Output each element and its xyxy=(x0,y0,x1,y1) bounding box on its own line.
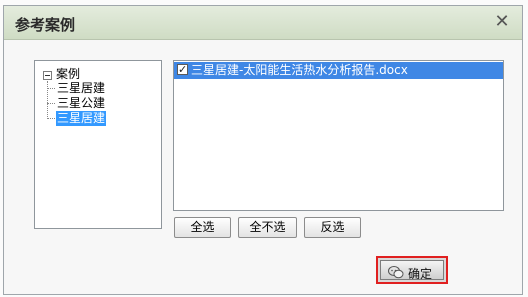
tree-line xyxy=(47,88,55,89)
reference-cases-dialog: 参考案例 ✕ 案例 三星居建 三星公建 三星居建 ✓ 三星居建-太阳能生活热水分… xyxy=(3,5,523,295)
confirm-button-label: 确定 xyxy=(408,267,433,281)
tree-line xyxy=(47,81,48,119)
tree-item-three-star-public[interactable]: 三星公建 xyxy=(57,96,105,111)
tree-collapse-icon[interactable] xyxy=(43,71,52,80)
dialog-titlebar[interactable]: 参考案例 ✕ xyxy=(4,6,522,40)
file-name: 三星居建-太阳能生活热水分析报告.docx xyxy=(191,63,408,77)
tree-item-three-star-residential-selected[interactable]: 三星居建 xyxy=(56,111,107,126)
tree-line xyxy=(47,118,55,119)
checkbox-checked-icon[interactable]: ✓ xyxy=(177,64,188,75)
wechat-icon xyxy=(388,266,404,279)
select-none-button[interactable]: 全不选 xyxy=(238,217,297,238)
tree-root-cases[interactable]: 案例 xyxy=(56,67,80,82)
confirm-button-face: 确定 xyxy=(380,260,444,281)
file-list: ✓ 三星居建-太阳能生活热水分析报告.docx xyxy=(173,60,504,211)
invert-selection-button[interactable]: 反选 xyxy=(304,217,361,238)
select-all-button[interactable]: 全选 xyxy=(174,217,231,238)
confirm-button[interactable]: 确定 xyxy=(376,256,448,284)
tree-line xyxy=(47,103,55,104)
file-list-item[interactable]: ✓ 三星居建-太阳能生活热水分析报告.docx xyxy=(174,62,503,79)
dialog-title: 参考案例 xyxy=(15,16,76,34)
close-icon[interactable]: ✕ xyxy=(494,12,510,32)
tree-item-three-star-residential[interactable]: 三星居建 xyxy=(57,81,105,96)
case-tree[interactable]: 案例 三星居建 三星公建 三星居建 xyxy=(34,60,162,229)
